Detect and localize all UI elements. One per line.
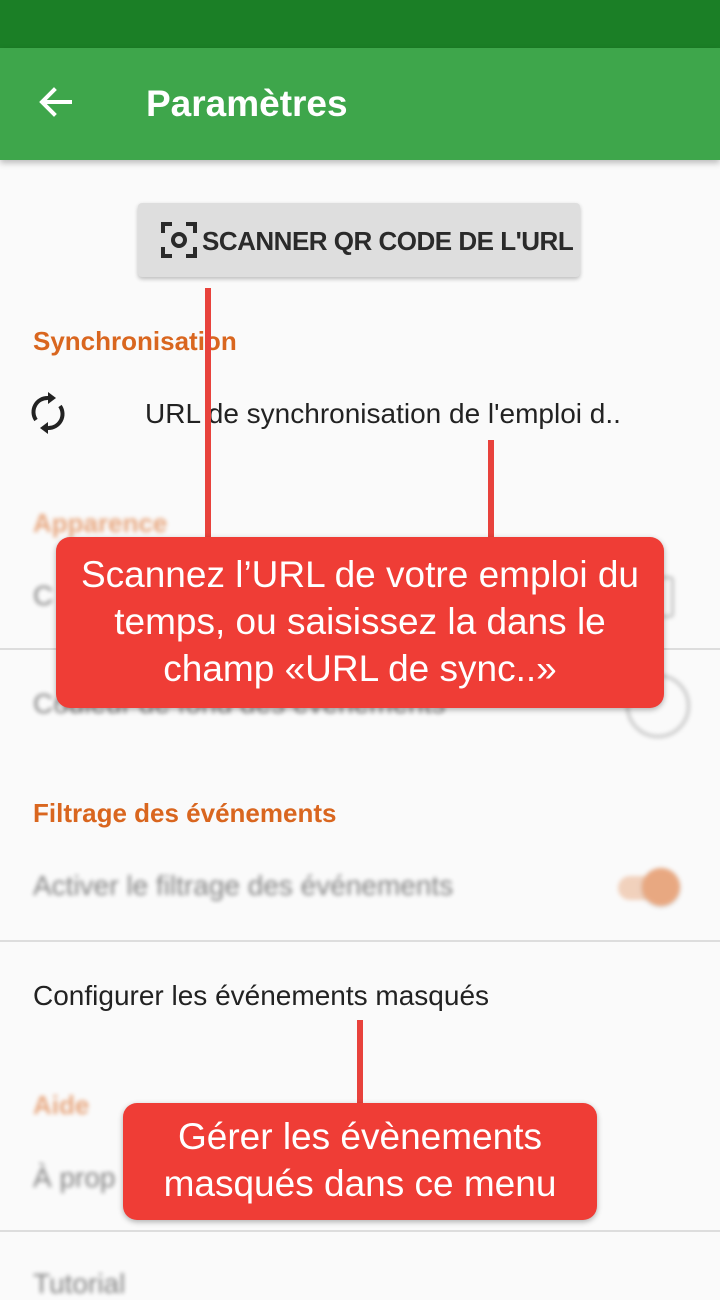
tutorial-callout-top: Scannez l’URL de votre emploi du temps, … xyxy=(56,537,664,708)
scan-qr-button[interactable]: SCANNER QR CODE DE L'URL xyxy=(138,203,580,277)
callout-pointer-line xyxy=(357,1020,363,1106)
section-header-filtering: Filtrage des événements xyxy=(33,798,337,828)
divider xyxy=(0,940,720,942)
status-bar xyxy=(0,0,720,48)
scan-qr-label: SCANNER QR CODE DE L'URL xyxy=(202,226,574,256)
page-title: Paramètres xyxy=(146,83,348,124)
callout-pointer-line xyxy=(488,440,494,540)
tutorial-callout-bottom: Gérer les évènements masqués dans ce men… xyxy=(123,1103,597,1220)
toggle-knob xyxy=(642,868,680,906)
configure-hidden-events-item[interactable]: Configurer les événements masqués xyxy=(33,980,489,1012)
sync-url-item[interactable]: URL de synchronisation de l'emploi d.. xyxy=(145,398,621,430)
divider xyxy=(0,1230,720,1232)
app-bar: Paramètres xyxy=(0,48,720,160)
appearance-item[interactable]: C xyxy=(33,580,53,612)
arrow-left-icon[interactable] xyxy=(36,82,76,122)
section-header-help: Aide xyxy=(33,1090,90,1120)
filtering-toggle-label: Activer le filtrage des événements xyxy=(33,870,454,901)
section-header-appearance: Apparence xyxy=(33,508,168,538)
sync-icon xyxy=(31,392,65,434)
qr-scan-icon xyxy=(161,222,197,258)
callout-pointer-line xyxy=(205,288,211,540)
filtering-toggle[interactable] xyxy=(614,868,686,906)
tutorial-item[interactable]: Tutorial xyxy=(33,1268,125,1300)
about-item[interactable]: À prop xyxy=(33,1162,116,1194)
